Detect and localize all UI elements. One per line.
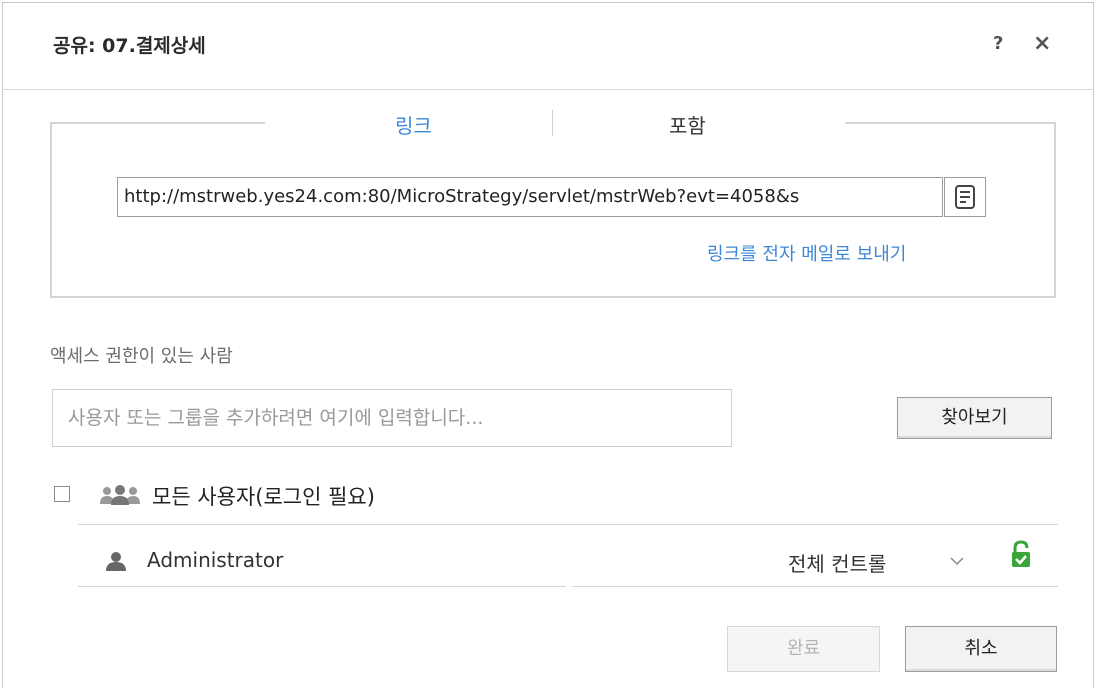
lock-icon[interactable] <box>1010 540 1032 568</box>
help-button[interactable]: ? <box>993 33 1003 54</box>
tab-divider <box>552 110 553 136</box>
user-name: Administrator <box>147 548 284 572</box>
copy-link-button[interactable] <box>944 177 986 217</box>
user-icon <box>106 552 126 571</box>
link-url-field[interactable]: http://mstrweb.yes24.com:80/MicroStrateg… <box>117 177 943 217</box>
tab-embed[interactable]: 포함 <box>669 110 706 139</box>
browse-button[interactable]: 찾아보기 <box>897 397 1052 439</box>
tab-link[interactable]: 링크 <box>395 110 432 139</box>
email-link[interactable]: 링크를 전자 메일로 보내기 <box>707 240 906 266</box>
copy-icon <box>955 185 975 209</box>
access-label: 액세스 권한이 있는 사람 <box>50 346 233 367</box>
user-search-input[interactable]: 사용자 또는 그룹을 추가하려면 여기에 입력합니다... <box>52 389 732 447</box>
cancel-button[interactable]: 취소 <box>905 626 1057 672</box>
dialog-header: 공유: 07.결제상세 ? × <box>3 3 1093 90</box>
dialog-title: 공유: 07.결제상세 <box>53 35 206 57</box>
share-tabs: 링크 포함 <box>265 100 845 144</box>
chevron-down-icon[interactable] <box>950 556 964 566</box>
close-button[interactable]: × <box>1033 31 1051 56</box>
all-users-label: 모든 사용자(로그인 필요) <box>152 485 375 509</box>
divider <box>78 524 1058 525</box>
all-users-checkbox[interactable] <box>54 486 70 502</box>
divider <box>572 586 1058 587</box>
divider <box>78 586 566 587</box>
done-button[interactable]: 완료 <box>727 626 880 672</box>
group-icon <box>100 485 140 505</box>
permission-dropdown[interactable]: 전체 컨트롤 <box>788 548 886 577</box>
